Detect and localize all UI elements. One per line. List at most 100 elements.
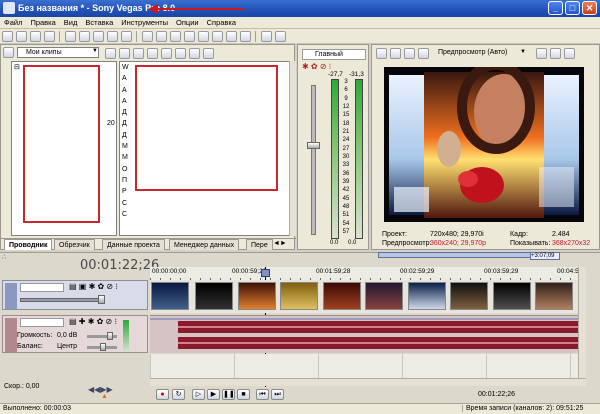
file-list-item-initial[interactable]: Д xyxy=(122,107,132,118)
master-fader-track[interactable] xyxy=(311,85,316,235)
tab-transitions[interactable]: Пере xyxy=(246,239,273,250)
preview-mode[interactable]: Предпросмотр (Авто) xyxy=(438,49,507,56)
video-clip[interactable] xyxy=(408,282,446,310)
split-icon[interactable] xyxy=(418,48,429,59)
auto-preview-icon[interactable] xyxy=(175,48,186,59)
tab-explorer[interactable]: Проводник xyxy=(4,239,53,250)
drive-icon[interactable] xyxy=(3,47,14,58)
view-icon[interactable] xyxy=(203,48,214,59)
mixer-fx-icons[interactable]: ✱ ✿ ⊘ ⁝ xyxy=(302,62,331,71)
properties-icon[interactable] xyxy=(261,31,272,42)
undo-icon[interactable] xyxy=(107,31,118,42)
file-list-item-initial[interactable]: М xyxy=(122,152,132,163)
envelope-tool-icon[interactable] xyxy=(212,31,223,42)
tree-expander[interactable]: ⊟ xyxy=(14,63,20,71)
open-icon[interactable] xyxy=(16,31,27,42)
file-list-item-initial[interactable]: Р xyxy=(122,186,132,197)
video-clip[interactable] xyxy=(365,282,403,310)
play-from-start-button[interactable]: ▷ xyxy=(192,389,205,400)
go-to-end-button[interactable]: ⏭ xyxy=(271,389,284,400)
render-icon[interactable] xyxy=(44,31,55,42)
loop-marker[interactable]: +3:07;09 xyxy=(530,252,560,260)
play-button[interactable]: ▶ xyxy=(207,389,220,400)
track-name-field[interactable] xyxy=(20,283,64,292)
playhead-marker[interactable] xyxy=(261,269,270,277)
menu-help[interactable]: Справка xyxy=(203,17,240,28)
file-list-item-initial[interactable]: О xyxy=(122,164,132,175)
copy-snapshot-icon[interactable] xyxy=(550,48,561,59)
file-list-item-initial[interactable]: W xyxy=(122,62,132,73)
delete-icon[interactable] xyxy=(133,48,144,59)
file-list-item-initial[interactable]: С xyxy=(122,209,132,220)
tab-trimmer[interactable]: Обрезчик xyxy=(54,239,95,250)
file-list-item-initial[interactable]: Д xyxy=(122,118,132,129)
select-tool-icon[interactable] xyxy=(240,31,251,42)
file-list-item-initial[interactable]: П xyxy=(122,175,132,186)
video-clip[interactable] xyxy=(450,282,488,310)
paste-icon[interactable] xyxy=(93,31,104,42)
file-list-item-initial[interactable]: A xyxy=(122,96,132,107)
folder-dropdown[interactable]: Мои клипы xyxy=(17,47,99,58)
track-buttons[interactable]: ▤ ▣ ✱ ✿ ⊘ ⁝ xyxy=(69,282,118,291)
preview-props-icon[interactable] xyxy=(376,48,387,59)
up-folder-icon[interactable] xyxy=(105,48,116,59)
lock-envelope-icon[interactable] xyxy=(170,31,181,42)
timeline-empty-area[interactable] xyxy=(150,354,578,378)
help-icon[interactable] xyxy=(275,31,286,42)
file-list-item-initial[interactable]: С xyxy=(122,198,132,209)
snap-icon[interactable] xyxy=(142,31,153,42)
chevron-down-icon[interactable]: ▼ xyxy=(92,48,98,54)
rate-thumb-icon[interactable]: ▲ xyxy=(101,393,108,400)
timeline-vscroll[interactable] xyxy=(578,267,586,379)
zoom-tool-icon[interactable] xyxy=(226,31,237,42)
save-icon[interactable] xyxy=(30,31,41,42)
tab-project-media[interactable]: Данные проекта xyxy=(102,239,165,250)
tab-scroll-icon[interactable]: ◄► xyxy=(273,240,287,247)
video-clip[interactable] xyxy=(323,282,361,310)
audio-track[interactable] xyxy=(150,315,578,353)
video-clip[interactable] xyxy=(493,282,531,310)
maximize-button[interactable]: □ xyxy=(565,1,580,15)
volume-thumb[interactable] xyxy=(107,332,113,340)
save-snapshot-icon[interactable] xyxy=(564,48,575,59)
cut-icon[interactable] xyxy=(65,31,76,42)
video-clip[interactable] xyxy=(195,282,233,310)
vertical-scrollbar[interactable] xyxy=(289,61,296,236)
stop-preview-icon[interactable] xyxy=(161,48,172,59)
pause-button[interactable]: ❚❚ xyxy=(222,389,235,400)
menu-file[interactable]: Файл xyxy=(0,17,26,28)
track-buttons[interactable]: ▤ ✚ ✱ ✿ ⊘ ⁝ xyxy=(69,317,117,326)
minimize-button[interactable]: _ xyxy=(548,1,563,15)
timeline-hscroll[interactable] xyxy=(150,378,586,386)
close-button[interactable]: ✕ xyxy=(582,1,597,15)
file-list-item-initial[interactable]: A xyxy=(122,85,132,96)
menu-edit[interactable]: Правка xyxy=(26,17,59,28)
video-level-slider[interactable] xyxy=(20,298,105,302)
favorites-icon[interactable] xyxy=(189,48,200,59)
refresh-icon[interactable] xyxy=(119,48,130,59)
record-button[interactable]: ● xyxy=(156,389,169,400)
new-icon[interactable] xyxy=(2,31,13,42)
menu-tools[interactable]: Инструменты xyxy=(117,17,172,28)
fx-icon[interactable] xyxy=(404,48,415,59)
file-list-item-initial[interactable]: A xyxy=(122,73,132,84)
menu-options[interactable]: Опции xyxy=(172,17,203,28)
go-to-start-button[interactable]: ⏮ xyxy=(256,389,269,400)
overlay-icon[interactable] xyxy=(536,48,547,59)
autocrossfade-icon[interactable] xyxy=(198,31,209,42)
panel-grip[interactable]: ∴ xyxy=(2,253,6,261)
menu-view[interactable]: Вид xyxy=(60,17,82,28)
ext-monitor-icon[interactable] xyxy=(390,48,401,59)
play-preview-icon[interactable] xyxy=(147,48,158,59)
tab-media-manager[interactable]: Менеджер данных xyxy=(169,239,240,250)
video-clip[interactable] xyxy=(280,282,318,310)
redo-icon[interactable] xyxy=(121,31,132,42)
stop-button[interactable]: ■ xyxy=(237,389,250,400)
pan-thumb[interactable] xyxy=(100,343,106,351)
video-clip[interactable] xyxy=(535,282,573,310)
video-clip[interactable] xyxy=(238,282,276,310)
copy-icon[interactable] xyxy=(79,31,90,42)
file-list-item-initial[interactable]: Д xyxy=(122,130,132,141)
master-fader-thumb[interactable] xyxy=(307,142,320,149)
video-level-thumb[interactable] xyxy=(98,295,105,304)
